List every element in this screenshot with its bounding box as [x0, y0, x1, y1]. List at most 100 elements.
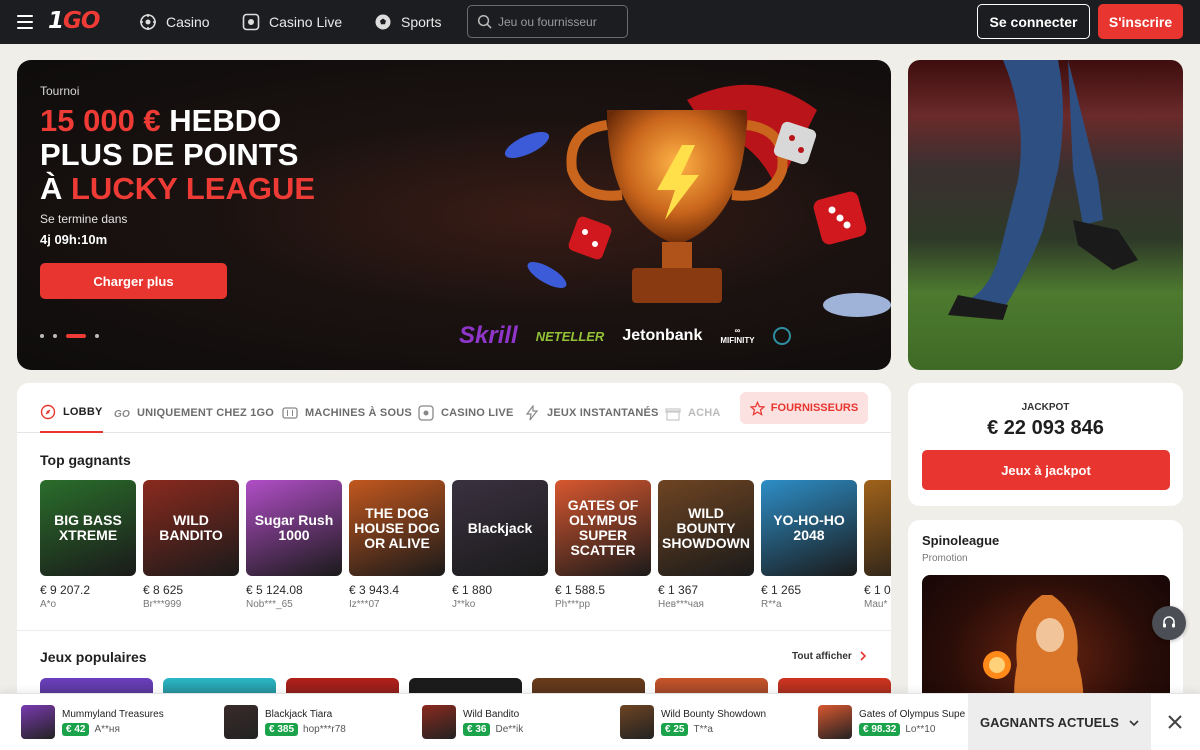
ticker-amount-badge: € 385 [265, 722, 299, 736]
providers-button[interactable]: FOURNISSEURS [740, 392, 868, 424]
tab-slots[interactable]: MACHINES À SOUS [282, 393, 412, 433]
game-thumbnail[interactable]: WILD BOUNTY SHOWDOWN [658, 480, 754, 576]
carousel-dot-active[interactable] [66, 334, 86, 338]
crypto-icon [772, 327, 791, 345]
menu-icon[interactable] [17, 15, 33, 29]
winner-amount: € 8 625 [143, 583, 184, 597]
ticker-amount-badge: € 25 [661, 722, 689, 736]
ticker-username: hop***r78 [303, 723, 346, 735]
signup-button[interactable]: S'inscrire [1098, 4, 1183, 39]
carousel-dot[interactable] [53, 334, 57, 338]
winner-username: R**a [761, 599, 782, 610]
winner-card[interactable]: WILD BANDITO € 8 625 Br***999 [143, 480, 239, 610]
ticker-item[interactable]: Gates of Olympus Supe € 98.32 Lo**10 [818, 705, 965, 739]
winner-amount: € 9 207.2 [40, 583, 91, 597]
close-icon[interactable] [1163, 710, 1187, 734]
winner-card[interactable]: YO-HO-HO 2048 € 1 265 R**a [761, 480, 857, 610]
winner-username: J**ko [452, 599, 476, 610]
chevron-down-icon [1129, 719, 1139, 726]
search-input[interactable] [498, 14, 618, 29]
ticker-item[interactable]: Blackjack Tiara € 385 hop***r78 [224, 705, 346, 739]
top-winners-row: BIG BASS XTREME € 9 207.2 A*o WILD BANDITO €… [40, 480, 891, 610]
nav-casino-live-label: Casino Live [269, 14, 343, 30]
tab-exclusive[interactable]: GO UNIQUEMENT CHEZ 1GO [114, 393, 274, 433]
game-thumbnail-title: WILD BOUNTY SHOWDOWN [662, 504, 750, 551]
neteller-logo: NETELLER [535, 328, 605, 344]
payment-logos: Skrill NETELLER Jetonbank ∞ MIFINITY [459, 322, 791, 350]
jackpot-value: € 22 093 846 [987, 417, 1104, 439]
nav-casino-label: Casino [166, 14, 210, 30]
jetonbank-logo: Jetonbank [622, 327, 703, 344]
ticker-game-name: Mummyland Treasures [62, 708, 164, 720]
winner-username: Нев***чая [658, 599, 704, 610]
game-thumbnail[interactable] [864, 480, 891, 576]
ticker-username: Lo**10 [905, 723, 936, 735]
game-thumbnail[interactable]: Sugar Rush 1000 [246, 480, 342, 576]
skrill-logo: Skrill [459, 322, 518, 349]
game-thumbnail[interactable]: Blackjack [452, 480, 548, 576]
ticker-game-name: Gates of Olympus Supe [859, 708, 966, 720]
winner-card[interactable]: Sugar Rush 1000 € 5 124.08 Nob***_65 [246, 480, 342, 610]
jackpot-label: JACKPOT [1021, 402, 1070, 413]
winner-amount: € 3 943.4 [349, 583, 400, 597]
show-all-link[interactable]: Tout afficher [792, 651, 867, 662]
game-thumbnail[interactable]: BIG BASS XTREME [40, 480, 136, 576]
hero-title: 15 000 € HEBDO PLUS DE POINTS À LUCKY LE… [40, 103, 316, 206]
lightning-icon [525, 405, 539, 421]
ticker-username: De**ik [495, 723, 524, 735]
carousel-dot[interactable] [95, 334, 99, 338]
search-box[interactable] [467, 5, 628, 38]
tab-buy[interactable]: ACHA [665, 393, 721, 433]
ticker-item[interactable]: Wild Bandito € 36 De**ik [422, 705, 523, 739]
category-tabs: LOBBY GO UNIQUEMENT CHEZ 1GO MACHINES À … [17, 383, 891, 433]
winner-card[interactable]: WILD BOUNTY SHOWDOWN € 1 367 Нев***чая [658, 480, 754, 610]
hero-kicker: Tournoi [40, 84, 80, 98]
winner-amount: € 1 0 [864, 583, 891, 597]
game-thumbnail[interactable]: WILD BANDITO [143, 480, 239, 576]
nav-casino-live[interactable]: Casino Live [242, 0, 342, 44]
game-thumbnail-title: WILD BANDITO [159, 512, 223, 543]
load-more-button[interactable]: Charger plus [40, 263, 227, 299]
compass-icon [40, 404, 56, 420]
ticker-game-thumbnail [620, 705, 654, 739]
tab-lobby[interactable]: LOBBY [40, 393, 103, 433]
tab-casino-live[interactable]: CASINO LIVE [418, 393, 514, 433]
winner-card[interactable]: Blackjack € 1 880 J**ko [452, 480, 548, 610]
current-winners-toggle[interactable]: GAGNANTS ACTUELS [968, 694, 1151, 750]
ticker-amount-badge: € 98.32 [859, 722, 901, 736]
site-logo[interactable]: 1GO [48, 8, 100, 34]
game-thumbnail-title: Blackjack [467, 519, 533, 536]
promo-title: Spinoleague [922, 533, 1000, 548]
winner-amount: € 5 124.08 [246, 583, 303, 597]
jackpot-games-button[interactable]: Jeux à jackpot [922, 450, 1170, 490]
game-thumbnail[interactable]: THE DOG HOUSE DOG OR ALIVE [349, 480, 445, 576]
carousel-dot[interactable] [40, 334, 44, 338]
winner-card[interactable]: THE DOG HOUSE DOG OR ALIVE € 3 943.4 Iz***… [349, 480, 445, 610]
nav-casino[interactable]: Casino [139, 0, 210, 44]
headset-icon [1163, 616, 1175, 628]
sports-promo-image[interactable] [908, 60, 1183, 370]
login-button[interactable]: Se connecter [977, 4, 1090, 39]
svg-text:GO: GO [114, 409, 130, 420]
ticker-item[interactable]: Mummyland Treasures € 42 A**ня [21, 705, 164, 739]
winner-username: Mau* [864, 599, 888, 610]
winner-amount: € 1 588.5 [555, 583, 606, 597]
search-icon [477, 14, 492, 29]
top-winners-title: Top gagnants [40, 452, 131, 468]
game-thumbnail[interactable]: YO-HO-HO 2048 [761, 480, 857, 576]
ticker-item[interactable]: Wild Bounty Showdown € 25 T**a [620, 705, 766, 739]
soccer-ball-icon [375, 14, 391, 30]
game-thumbnail[interactable]: GATES OF OLYMPUS SUPER SCATTER [555, 480, 651, 576]
ticker-game-thumbnail [818, 705, 852, 739]
football-player-illustration [948, 60, 1138, 320]
support-chat-button[interactable] [1152, 606, 1186, 640]
ticker-username: T**a [693, 723, 713, 735]
winner-username: Nob***_65 [246, 599, 293, 610]
winner-card[interactable]: GATES OF OLYMPUS SUPER SCATTER € 1 588.5 P… [555, 480, 651, 610]
tab-instant-games[interactable]: JEUX INSTANTANÉS [524, 393, 659, 433]
hero-banner[interactable]: Tournoi 15 000 € HEBDO PLUS DE POINTS À … [17, 60, 891, 370]
winner-card[interactable]: BIG BASS XTREME € 9 207.2 A*o [40, 480, 136, 610]
game-thumbnail-title: GATES OF OLYMPUS SUPER SCATTER [567, 497, 639, 558]
winner-card[interactable]: € 1 0 Mau* [864, 480, 891, 610]
nav-sports[interactable]: Sports [374, 0, 441, 44]
